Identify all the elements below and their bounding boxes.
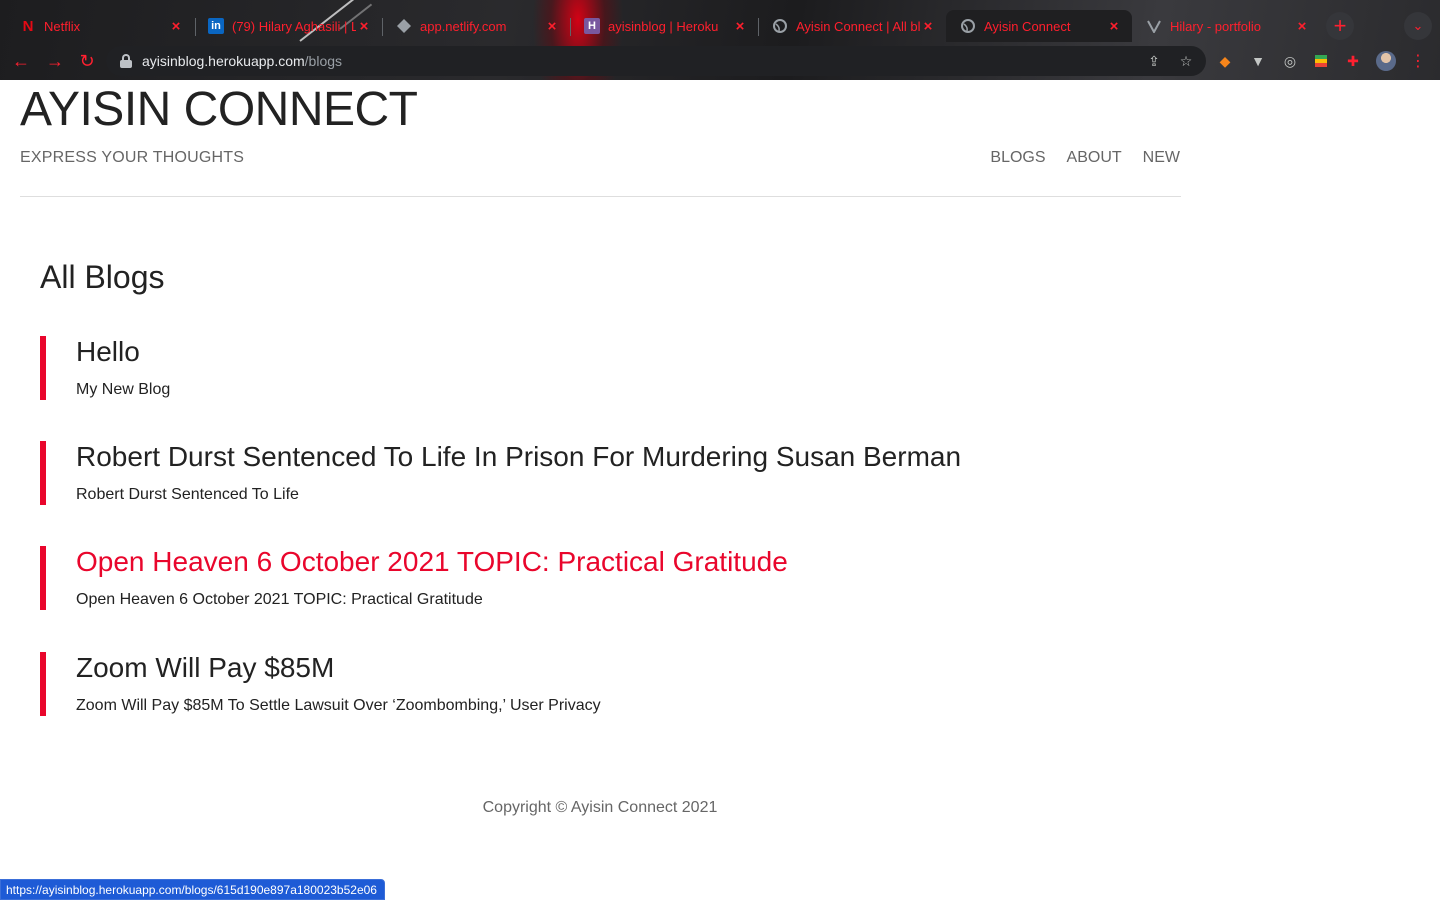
blog-title[interactable]: Open Heaven 6 October 2021 TOPIC: Practi… bbox=[76, 546, 1040, 578]
close-icon[interactable]: × bbox=[356, 18, 372, 35]
blog-item-hovered[interactable]: Open Heaven 6 October 2021 TOPIC: Practi… bbox=[40, 546, 1040, 610]
reload-icon[interactable]: ↻ bbox=[76, 50, 98, 72]
tab-title: app.netlify.com bbox=[420, 18, 507, 34]
blog-title[interactable]: Robert Durst Sentenced To Life In Prison… bbox=[76, 441, 1040, 473]
footer-copyright: Copyright © Ayisin Connect 2021 bbox=[482, 799, 718, 816]
blog-snippet: Zoom Will Pay $85M To Settle Lawsuit Ove… bbox=[76, 697, 601, 714]
link-status-bubble: https://ayisinblog.herokuapp.com/blogs/6… bbox=[0, 879, 385, 900]
extensions-puzzle-icon[interactable]: ✚ bbox=[1343, 51, 1363, 71]
vue-devtools-icon[interactable]: ▼ bbox=[1248, 51, 1268, 71]
close-icon[interactable]: × bbox=[168, 18, 184, 35]
vercel-icon bbox=[1146, 18, 1162, 34]
heroku-icon: H bbox=[584, 18, 600, 34]
tab-title: (79) Hilary Aghasili | L bbox=[232, 18, 356, 34]
tab-search-button[interactable]: ⌄ bbox=[1404, 12, 1432, 40]
url-path: /blogs bbox=[304, 53, 343, 69]
tab-title: Ayisin Connect | All bl bbox=[796, 18, 920, 34]
color-extension-icon[interactable] bbox=[1311, 51, 1331, 71]
tab-title: Hilary - portfolio bbox=[1170, 18, 1262, 34]
site-tagline: EXPRESS YOUR THOUGHTS bbox=[20, 149, 245, 166]
address-bar[interactable]: ayisinblog.herokuapp.com/blogs ⇪ ☆ bbox=[106, 46, 1206, 76]
url-host: ayisinblog.herokuapp.com bbox=[142, 53, 305, 69]
back-arrow-icon[interactable]: ← bbox=[10, 50, 32, 72]
tab-title: Ayisin Connect bbox=[984, 18, 1071, 34]
nav-link-blogs[interactable]: BLOGS bbox=[990, 149, 1045, 167]
browser-chrome: N Netflix × in (79) Hilary Aghasili | L … bbox=[0, 0, 1440, 80]
page-heading: All Blogs bbox=[40, 259, 165, 295]
blog-snippet: My New Blog bbox=[76, 381, 171, 398]
blog-snippet: Open Heaven 6 October 2021 TOPIC: Practi… bbox=[76, 591, 483, 608]
browser-menu-icon[interactable]: ⋮ bbox=[1410, 51, 1426, 71]
target-extension-icon[interactable]: ◎ bbox=[1280, 51, 1300, 71]
tab-ayisin-all-blogs[interactable]: Ayisin Connect | All bl × bbox=[758, 10, 946, 42]
tab-portfolio[interactable]: Hilary - portfolio × bbox=[1132, 10, 1320, 42]
blog-snippet: Robert Durst Sentenced To Life bbox=[76, 486, 299, 503]
header-divider bbox=[20, 196, 1181, 197]
blog-item[interactable]: Zoom Will Pay $85M Zoom Will Pay $85M To… bbox=[40, 652, 1040, 716]
close-icon[interactable]: × bbox=[920, 18, 936, 35]
globe-icon bbox=[772, 18, 788, 34]
tab-netflix[interactable]: N Netflix × bbox=[6, 10, 194, 42]
netlify-icon bbox=[396, 18, 412, 34]
close-icon[interactable]: × bbox=[732, 18, 748, 35]
bookmark-star-icon[interactable]: ☆ bbox=[1178, 53, 1194, 69]
blog-item[interactable]: Robert Durst Sentenced To Life In Prison… bbox=[40, 441, 1040, 505]
globe-icon bbox=[960, 18, 976, 34]
tab-title: Netflix bbox=[44, 18, 81, 34]
metamask-icon[interactable]: ◆ bbox=[1215, 51, 1235, 71]
new-tab-button[interactable]: + bbox=[1326, 12, 1354, 40]
lock-icon[interactable] bbox=[120, 54, 132, 68]
close-icon[interactable]: × bbox=[1294, 18, 1310, 35]
blog-item[interactable]: Hello My New Blog bbox=[40, 336, 1040, 400]
close-icon[interactable]: × bbox=[1106, 18, 1122, 35]
tab-linkedin[interactable]: in (79) Hilary Aghasili | L × bbox=[194, 10, 382, 42]
main-nav: BLOGS ABOUT NEW bbox=[990, 149, 1180, 167]
share-icon[interactable]: ⇪ bbox=[1146, 53, 1162, 69]
profile-avatar[interactable] bbox=[1376, 51, 1396, 71]
netflix-icon: N bbox=[22, 17, 34, 35]
tab-strip: N Netflix × in (79) Hilary Aghasili | L … bbox=[0, 8, 1440, 42]
tab-heroku[interactable]: H ayisinblog | Heroku × bbox=[570, 10, 758, 42]
blog-title[interactable]: Zoom Will Pay $85M bbox=[76, 652, 1040, 684]
tab-netlify[interactable]: app.netlify.com × bbox=[382, 10, 570, 42]
browser-toolbar: ← → ↻ ayisinblog.herokuapp.com/blogs ⇪ ☆… bbox=[0, 42, 1440, 80]
tab-ayisin-connect-active[interactable]: Ayisin Connect × bbox=[946, 10, 1132, 42]
nav-link-about[interactable]: ABOUT bbox=[1067, 149, 1122, 167]
linkedin-icon: in bbox=[208, 18, 224, 34]
close-icon[interactable]: × bbox=[544, 18, 560, 35]
blog-title[interactable]: Hello bbox=[76, 336, 1040, 368]
tab-title: ayisinblog | Heroku bbox=[608, 18, 719, 34]
forward-arrow-icon[interactable]: → bbox=[44, 50, 66, 72]
site-title[interactable]: AYISIN CONNECT bbox=[20, 84, 418, 136]
nav-link-new[interactable]: NEW bbox=[1143, 149, 1180, 167]
